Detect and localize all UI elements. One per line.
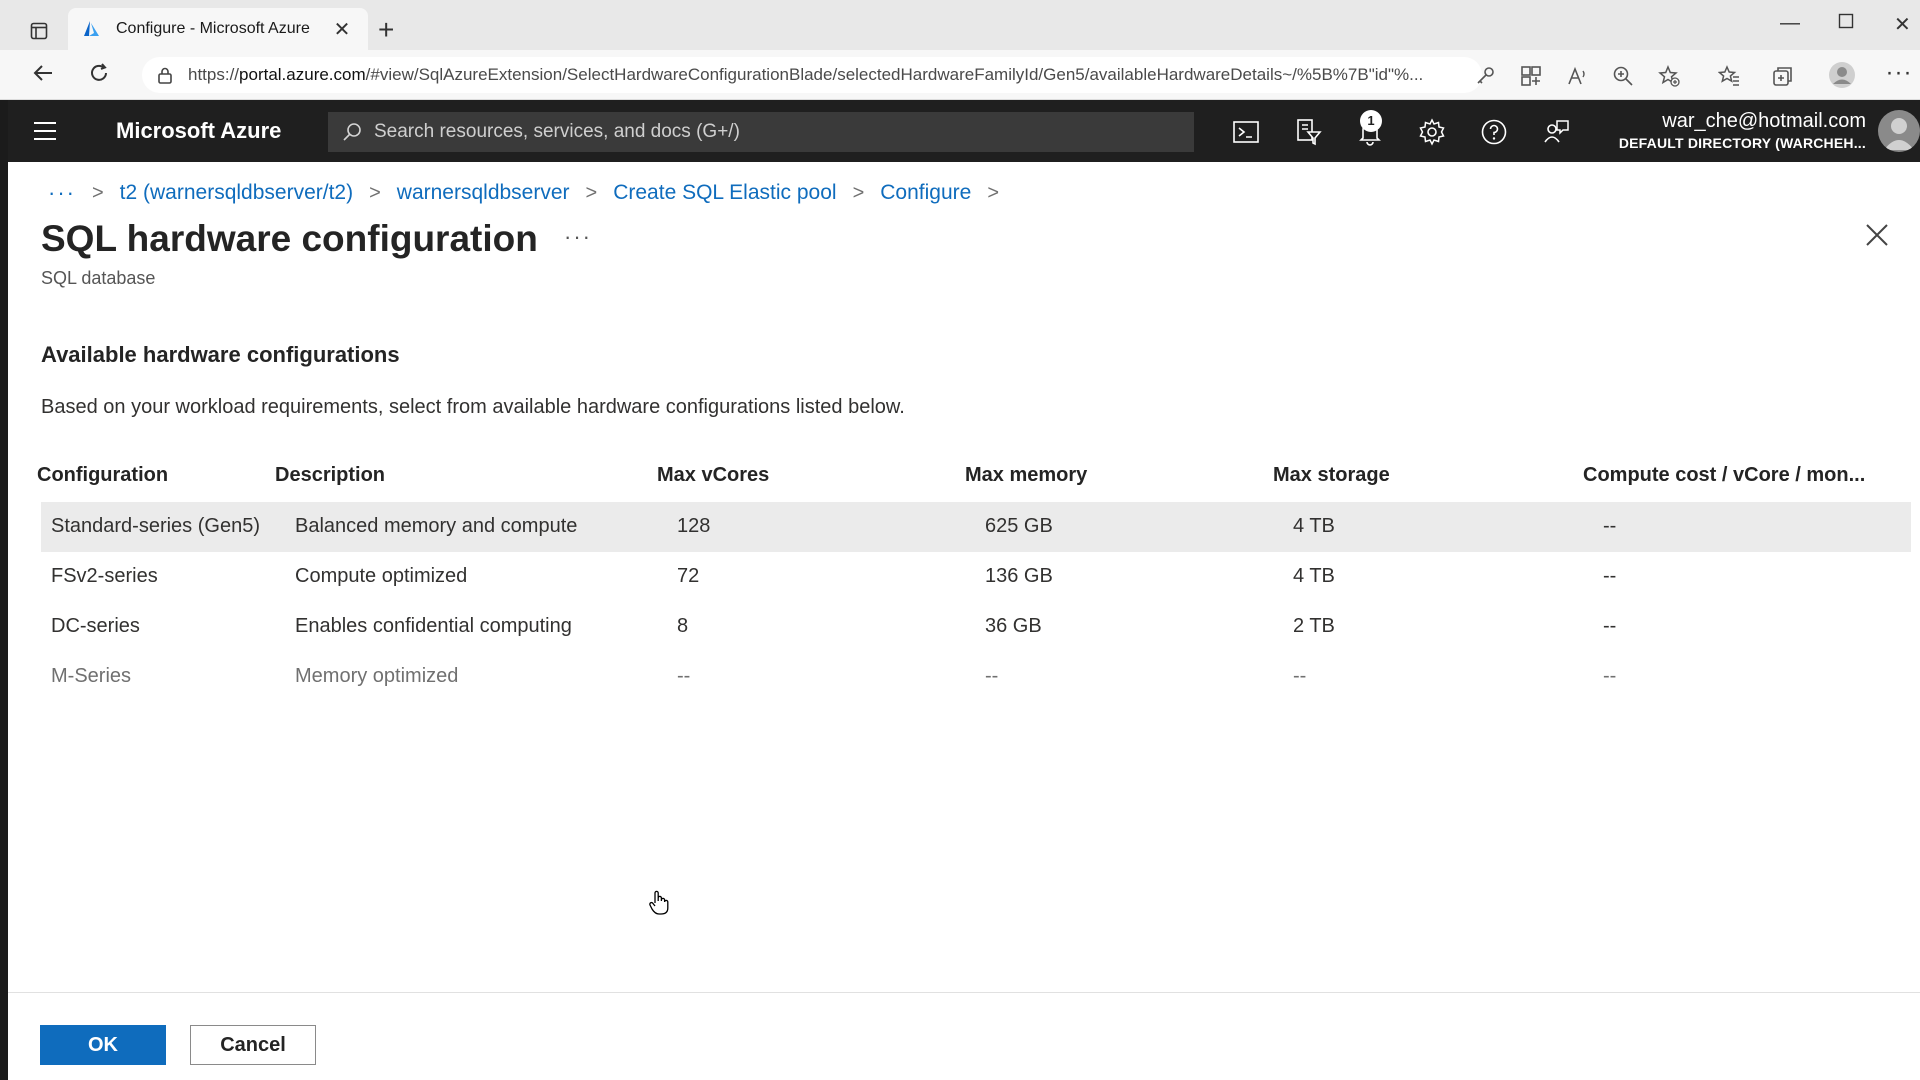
cancel-button[interactable]: Cancel: [190, 1025, 316, 1065]
close-window-icon[interactable]: ✕: [1894, 12, 1911, 37]
column-header-configuration[interactable]: Configuration: [37, 464, 168, 487]
search-input[interactable]: [374, 121, 1194, 143]
avatar[interactable]: [1878, 110, 1920, 152]
browser-tab[interactable]: Configure - Microsoft Azure ✕: [68, 8, 368, 50]
hand-cursor-icon: [649, 890, 669, 915]
cell-compute-cost: --: [1603, 615, 1617, 637]
chevron-right-icon: >: [987, 181, 999, 204]
apps-icon[interactable]: [1520, 65, 1542, 87]
account-directory: DEFAULT DIRECTORY (WARCHEH...: [1618, 135, 1866, 151]
cell-max-memory: 36 GB: [985, 615, 1042, 637]
browser-tab-strip: Configure - Microsoft Azure ✕ + — ✕: [0, 0, 1920, 50]
url-field[interactable]: https://portal.azure.com/#view/SqlAzureE…: [142, 57, 1482, 93]
cell-configuration: FSv2-series: [51, 565, 158, 587]
help-icon[interactable]: [1480, 118, 1508, 146]
cell-description: Memory optimized: [295, 665, 459, 687]
search-icon: [343, 123, 361, 141]
breadcrumb-create-pool[interactable]: Create SQL Elastic pool: [613, 181, 836, 205]
cell-max-memory: 136 GB: [985, 565, 1053, 587]
breadcrumb-database[interactable]: t2 (warnersqldbserver/t2): [120, 181, 353, 205]
directory-filter-icon[interactable]: [1294, 118, 1322, 146]
favorites-icon[interactable]: [1718, 65, 1740, 87]
breadcrumb-overflow[interactable]: ···: [48, 180, 76, 206]
chevron-right-icon: >: [852, 181, 865, 204]
breadcrumb: ··· > t2 (warnersqldbserver/t2) > warner…: [48, 180, 1015, 206]
collections-icon[interactable]: [1772, 65, 1794, 87]
cell-max-memory: --: [985, 665, 999, 687]
breadcrumb-configure[interactable]: Configure: [880, 181, 971, 205]
account-info[interactable]: war_che@hotmail.com DEFAULT DIRECTORY (W…: [1619, 110, 1866, 151]
cell-max-memory: 625 GB: [985, 515, 1053, 537]
browser-menu-icon[interactable]: ···: [1884, 60, 1914, 86]
breadcrumb-server[interactable]: warnersqldbserver: [397, 181, 570, 205]
cloud-shell-icon[interactable]: [1232, 118, 1260, 146]
azure-brand[interactable]: Microsoft Azure: [116, 118, 281, 144]
browser-address-bar: https://portal.azure.com/#view/SqlAzureE…: [0, 50, 1920, 100]
account-email: war_che@hotmail.com: [1662, 110, 1866, 132]
ok-button[interactable]: OK: [40, 1025, 166, 1065]
cell-compute-cost: --: [1603, 515, 1617, 537]
page-subtitle: SQL database: [41, 268, 156, 288]
cell-max-vcores: --: [677, 665, 691, 687]
back-icon[interactable]: [28, 62, 58, 90]
add-favorite-icon[interactable]: [1658, 65, 1680, 87]
column-header-max-memory[interactable]: Max memory: [965, 464, 1087, 487]
tab-title: Configure - Microsoft Azure: [116, 20, 310, 37]
close-icon[interactable]: [1864, 222, 1890, 248]
column-header-description[interactable]: Description: [275, 464, 385, 487]
column-header-max-vcores[interactable]: Max vCores: [657, 464, 769, 487]
global-search[interactable]: [328, 112, 1194, 152]
cell-compute-cost: --: [1603, 565, 1617, 587]
maximize-icon[interactable]: [1838, 12, 1854, 35]
url-text: https://portal.azure.com/#view/SqlAzureE…: [188, 65, 1424, 84]
more-options-icon[interactable]: ···: [564, 224, 592, 250]
portal-menu-icon[interactable]: [34, 122, 56, 140]
cell-max-vcores: 128: [677, 515, 711, 537]
refresh-icon[interactable]: [84, 62, 114, 90]
read-aloud-icon[interactable]: [1566, 65, 1588, 87]
chevron-right-icon: >: [585, 181, 598, 204]
azure-top-bar: Microsoft Azure 1 war_che@hotmail.com DE…: [8, 100, 1920, 162]
cell-max-vcores: 72: [677, 565, 700, 587]
minimize-icon[interactable]: —: [1780, 12, 1800, 35]
chevron-right-icon: >: [369, 181, 381, 204]
feedback-icon[interactable]: [1542, 118, 1570, 146]
cell-max-vcores: 8: [677, 615, 689, 637]
blade-footer: OK Cancel: [8, 992, 1920, 1080]
table-row[interactable]: DC-series Enables confidential computing…: [41, 602, 1911, 652]
cell-description: Compute optimized: [295, 565, 468, 587]
lock-icon[interactable]: [156, 66, 174, 84]
tab-close-icon[interactable]: ✕: [330, 17, 354, 42]
chevron-right-icon: >: [91, 181, 104, 204]
settings-gear-icon[interactable]: [1418, 118, 1446, 146]
cell-configuration: Standard-series (Gen5): [51, 515, 260, 537]
column-header-compute-cost[interactable]: Compute cost / vCore / mon...: [1583, 464, 1865, 487]
cell-configuration: M-Series: [51, 665, 132, 687]
cell-max-storage: --: [1293, 665, 1307, 687]
cell-configuration: DC-series: [51, 615, 140, 637]
table-row[interactable]: FSv2-series Compute optimized 72 136 GB …: [41, 552, 1911, 602]
section-description: Based on your workload requirements, sel…: [41, 396, 905, 418]
page-title: SQL hardware configuration: [41, 218, 538, 259]
profile-icon[interactable]: [1828, 61, 1856, 89]
table-header: Configuration Description Max vCores Max…: [37, 452, 1911, 502]
cell-compute-cost: --: [1603, 665, 1617, 687]
cell-max-storage: 4 TB: [1293, 565, 1335, 587]
column-header-max-storage[interactable]: Max storage: [1273, 464, 1390, 487]
cell-description: Enables confidential computing: [295, 615, 572, 637]
new-tab-button[interactable]: +: [378, 16, 394, 44]
cell-max-storage: 2 TB: [1293, 615, 1335, 637]
notification-badge: 1: [1360, 110, 1382, 132]
cell-max-storage: 4 TB: [1293, 515, 1335, 537]
table-row[interactable]: Standard-series (Gen5) Balanced memory a…: [41, 502, 1911, 552]
azure-logo-icon: [84, 21, 99, 36]
table-row[interactable]: M-Series Memory optimized -- -- -- --: [41, 652, 1911, 702]
cell-description: Balanced memory and compute: [295, 515, 578, 537]
zoom-icon[interactable]: [1612, 65, 1634, 87]
tab-actions-icon[interactable]: [24, 18, 54, 44]
hardware-table: Configuration Description Max vCores Max…: [37, 452, 1911, 702]
section-heading: Available hardware configurations: [41, 342, 400, 367]
key-icon[interactable]: [1474, 65, 1496, 87]
blade-content: ··· > t2 (warnersqldbserver/t2) > warner…: [8, 162, 1920, 1080]
